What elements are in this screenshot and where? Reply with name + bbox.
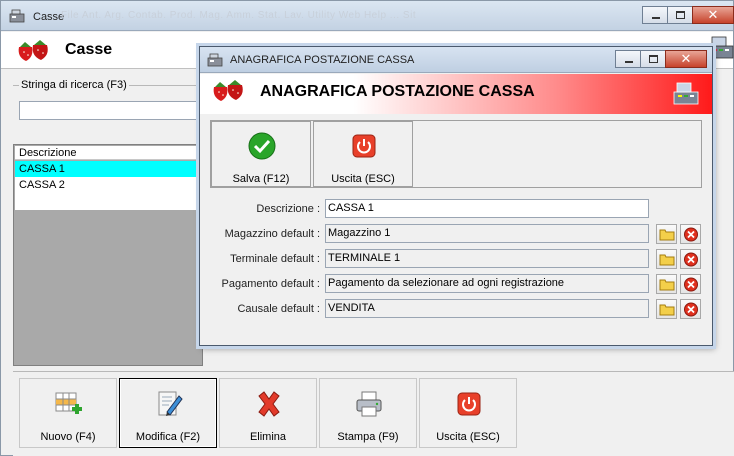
list-item[interactable]: CASSA 2 <box>15 177 203 193</box>
pagamento-browse-button[interactable] <box>656 274 677 294</box>
dialog-exit-button[interactable]: Uscita (ESC) <box>313 121 413 187</box>
dialog-window-controls: ✕ <box>615 50 707 68</box>
folder-icon <box>659 229 675 241</box>
magazzino-clear-button[interactable] <box>680 224 701 244</box>
main-window-controls: ✕ <box>642 6 734 24</box>
clear-x-icon <box>684 277 698 292</box>
clear-x-icon <box>684 252 698 267</box>
main-window-title: Casse <box>33 11 65 23</box>
power-icon <box>457 392 481 416</box>
descrizione-row: Descrizione : CASSA 1 <box>200 199 712 219</box>
pagamento-label: Pagamento default : <box>221 278 320 290</box>
print-button-label: Stampa (F9) <box>337 431 399 443</box>
edit-button-label: Modifica (F2) <box>135 431 201 443</box>
ghost-menu-bar: File Ant. Arg. Contab. Prod. Mag. Amm. S… <box>61 10 417 21</box>
dialog-title: ANAGRAFICA POSTAZIONE CASSA <box>230 54 415 66</box>
terminale-row: Terminale default : TERMINALE 1 <box>200 249 712 269</box>
strawberry-icon <box>213 80 243 101</box>
exit-button[interactable]: Uscita (ESC) <box>419 378 517 448</box>
dialog-minimize-button[interactable] <box>615 50 641 68</box>
print-button[interactable]: Stampa (F9) <box>319 378 417 448</box>
causale-row: Causale default : VENDITA <box>200 299 712 319</box>
folder-icon <box>659 279 675 291</box>
terminale-field[interactable]: TERMINALE 1 <box>325 249 649 268</box>
app-icon <box>9 9 25 23</box>
magazzino-label: Magazzino default : <box>224 228 320 240</box>
dialog-toolbar: Salva (F12) Uscita (ESC) <box>210 120 702 188</box>
dialog-titlebar: ANAGRAFICA POSTAZIONE CASSA ✕ <box>200 47 712 73</box>
exit-button-label: Uscita (ESC) <box>436 431 500 443</box>
dialog-maximize-button[interactable] <box>640 50 666 68</box>
descrizione-label: Descrizione : <box>256 203 320 215</box>
app-icon <box>207 53 223 67</box>
pagamento-field[interactable]: Pagamento da selezionare ad ogni registr… <box>325 274 649 293</box>
main-maximize-button[interactable] <box>667 6 693 24</box>
pagamento-clear-button[interactable] <box>680 274 701 294</box>
delete-button[interactable]: Elimina <box>219 378 317 448</box>
causale-label: Causale default : <box>237 303 320 315</box>
main-header-title: Casse <box>65 41 113 58</box>
save-button-label: Salva (F12) <box>232 173 290 185</box>
dialog-close-button[interactable]: ✕ <box>665 50 707 68</box>
grid-add-icon <box>55 392 82 414</box>
dialog-header-title: ANAGRAFICA POSTAZIONE CASSA <box>260 83 535 100</box>
terminale-label: Terminale default : <box>230 253 320 265</box>
clear-x-icon <box>684 302 698 317</box>
new-button[interactable]: Nuovo (F4) <box>19 378 117 448</box>
main-minimize-button[interactable] <box>642 6 668 24</box>
edit-button[interactable]: Modifica (F2) <box>119 378 217 448</box>
causale-clear-button[interactable] <box>680 299 701 319</box>
terminale-clear-button[interactable] <box>680 249 701 269</box>
edit-document-icon <box>158 391 183 416</box>
list-column-header[interactable]: Descrizione <box>15 146 203 160</box>
folder-icon <box>659 254 675 266</box>
new-button-label: Nuovo (F4) <box>40 431 96 443</box>
clear-x-icon <box>684 227 698 242</box>
cash-register-icon <box>673 82 699 105</box>
checkmark-icon <box>248 132 276 160</box>
search-label: Stringa di ricerca (F3) <box>19 79 129 91</box>
strawberry-icon <box>18 40 48 61</box>
main-close-button[interactable]: ✕ <box>692 6 734 24</box>
causale-browse-button[interactable] <box>656 299 677 319</box>
delete-x-icon <box>258 391 280 417</box>
list-body: CASSA 1 CASSA 2 <box>15 161 203 210</box>
power-icon <box>352 134 376 158</box>
causale-field[interactable]: VENDITA <box>325 299 649 318</box>
pagamento-row: Pagamento default : Pagamento da selezio… <box>200 274 712 294</box>
main-titlebar: Casse File Ant. Arg. Contab. Prod. Mag. … <box>1 1 734 31</box>
dialog-header: ANAGRAFICA POSTAZIONE CASSA <box>200 74 712 114</box>
magazzino-row: Magazzino default : Magazzino 1 <box>200 224 712 244</box>
anagrafica-dialog: ANAGRAFICA POSTAZIONE CASSA ✕ ANAGRAFICA… <box>199 46 713 346</box>
printer-icon <box>356 391 382 417</box>
terminale-browse-button[interactable] <box>656 249 677 269</box>
main-toolbar: Nuovo (F4) Modifica (F2) Elimina Stampa … <box>13 371 734 456</box>
magazzino-field[interactable]: Magazzino 1 <box>325 224 649 243</box>
save-button[interactable]: Salva (F12) <box>211 121 311 187</box>
magazzino-browse-button[interactable] <box>656 224 677 244</box>
postazioni-list: Descrizione CASSA 1 CASSA 2 <box>13 144 203 366</box>
list-item[interactable]: CASSA 1 <box>15 161 203 177</box>
dialog-exit-button-label: Uscita (ESC) <box>331 173 395 185</box>
folder-icon <box>659 304 675 316</box>
delete-button-label: Elimina <box>249 431 287 443</box>
search-input[interactable] <box>19 101 209 120</box>
descrizione-field[interactable]: CASSA 1 <box>325 199 649 218</box>
